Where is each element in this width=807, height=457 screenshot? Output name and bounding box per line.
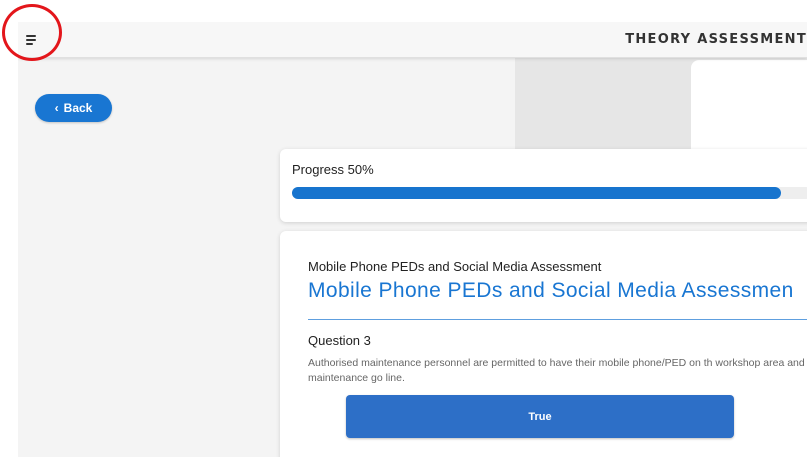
question-text: Authorised maintenance personnel are per… <box>308 357 807 384</box>
back-button[interactable]: ‹ Back <box>35 94 112 122</box>
assessment-title: Mobile Phone PEDs and Social Media Asses… <box>308 279 794 302</box>
assessment-subtitle: Mobile Phone PEDs and Social Media Asses… <box>308 259 602 274</box>
progress-track <box>292 187 807 199</box>
header-card <box>691 60 807 158</box>
question-card: Mobile Phone PEDs and Social Media Asses… <box>280 231 807 457</box>
progress-label: Progress 50% <box>292 162 374 177</box>
title-divider <box>308 319 807 320</box>
question-number: Question 3 <box>308 333 371 348</box>
progress-card: Progress 50% <box>280 149 807 222</box>
top-app-bar: THEORY ASSESSMENT <box>18 22 807 58</box>
back-button-label: Back <box>63 101 93 115</box>
chevron-left-icon: ‹ <box>54 101 59 115</box>
app-frame: THEORY ASSESSMENT ‹ Back Progress 50% Mo… <box>18 22 807 457</box>
annotation-circle <box>2 4 62 61</box>
progress-fill <box>292 187 781 199</box>
answer-true-button[interactable]: True <box>346 395 734 438</box>
page-title: THEORY ASSESSMENT <box>625 32 807 47</box>
